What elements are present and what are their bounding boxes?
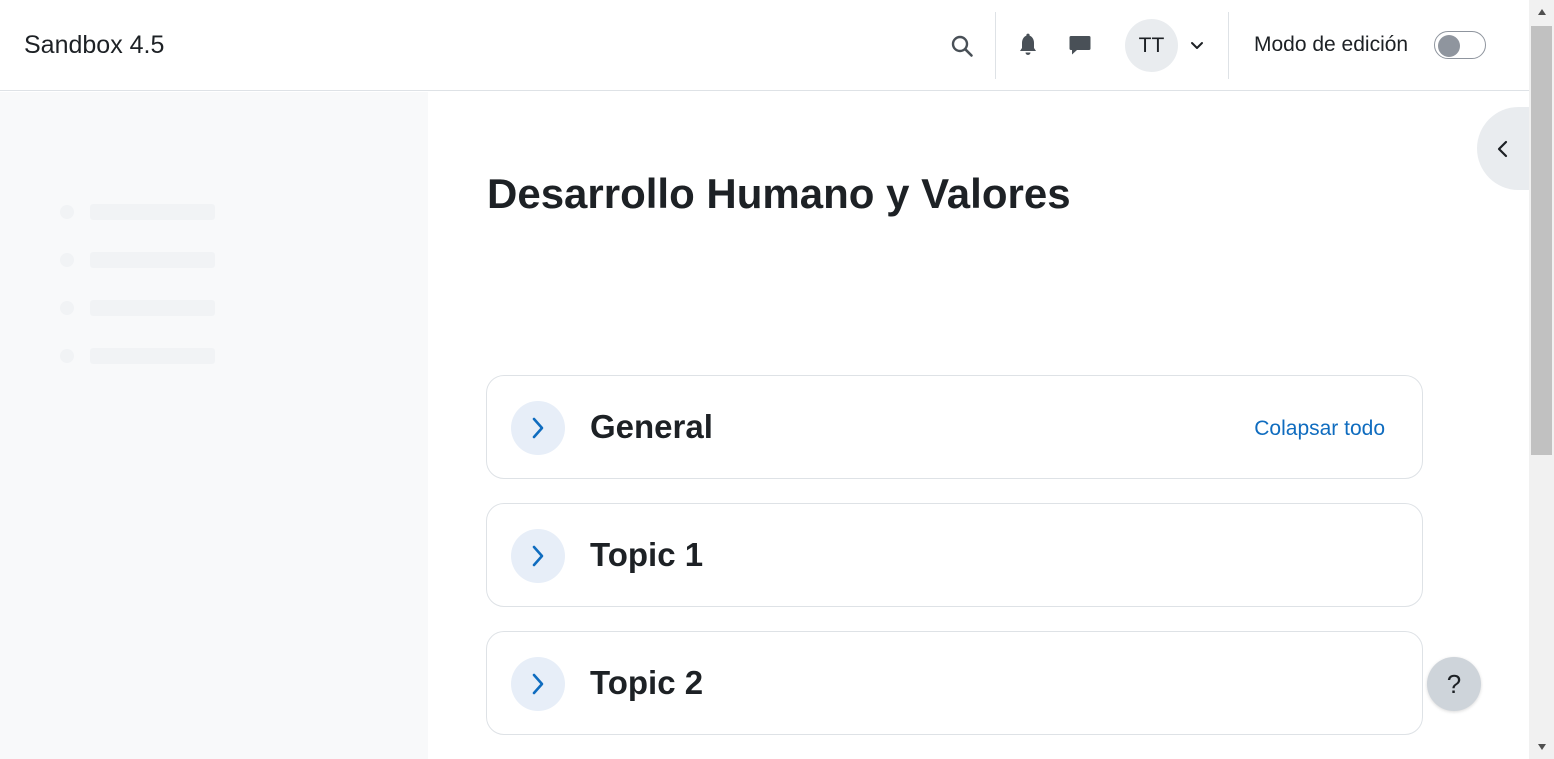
placeholder-line xyxy=(90,204,215,220)
top-navbar: Sandbox 4.5 TT Modo de edición xyxy=(0,0,1529,91)
toggle-knob xyxy=(1438,35,1460,57)
scroll-up-arrow[interactable] xyxy=(1529,0,1554,24)
edit-mode-toggle[interactable] xyxy=(1434,31,1486,59)
page-title: Desarrollo Humano y Valores xyxy=(487,170,1071,217)
chevron-left-icon xyxy=(1497,140,1508,157)
help-button[interactable]: ? xyxy=(1427,657,1481,711)
page-scrollbar[interactable] xyxy=(1529,0,1554,759)
scroll-down-arrow[interactable] xyxy=(1529,735,1554,759)
section-toggle-button[interactable] xyxy=(511,529,565,583)
triangle-down-icon xyxy=(1537,744,1546,750)
chevron-right-icon xyxy=(532,545,544,567)
course-section-topic-2: Topic 2 xyxy=(486,631,1423,735)
section-title[interactable]: General xyxy=(590,408,713,446)
notifications-button[interactable] xyxy=(1012,29,1044,61)
navbar-divider xyxy=(1228,12,1229,79)
scrollbar-thumb[interactable] xyxy=(1531,26,1552,455)
navbar-divider xyxy=(995,12,996,79)
chevron-right-icon xyxy=(532,673,544,695)
placeholder-dot xyxy=(60,301,74,315)
message-icon xyxy=(1069,36,1091,55)
search-icon xyxy=(951,35,973,57)
bell-icon xyxy=(1020,33,1036,55)
section-toggle-button[interactable] xyxy=(511,401,565,455)
placeholder-line xyxy=(90,300,215,316)
chevron-right-icon xyxy=(532,417,544,439)
messages-button[interactable] xyxy=(1064,29,1096,61)
placeholder-line xyxy=(90,252,215,268)
course-index-drawer xyxy=(0,92,428,759)
placeholder-dot xyxy=(60,349,74,363)
edit-mode-label: Modo de edición xyxy=(1254,33,1409,56)
placeholder-dot xyxy=(60,253,74,267)
chevron-down-icon xyxy=(1191,42,1203,49)
section-title[interactable]: Topic 2 xyxy=(590,664,703,702)
section-title[interactable]: Topic 1 xyxy=(590,536,703,574)
placeholder-line xyxy=(90,348,215,364)
triangle-up-icon xyxy=(1537,9,1546,15)
collapse-all-link[interactable]: Colapsar todo xyxy=(1254,417,1385,441)
section-toggle-button[interactable] xyxy=(511,657,565,711)
placeholder-dot xyxy=(60,205,74,219)
course-section-topic-1: Topic 1 xyxy=(486,503,1423,607)
site-brand[interactable]: Sandbox 4.5 xyxy=(24,31,164,60)
open-block-drawer-button[interactable] xyxy=(1477,107,1529,190)
user-avatar[interactable]: TT xyxy=(1125,19,1178,72)
search-button[interactable] xyxy=(945,29,979,63)
user-menu-toggle[interactable] xyxy=(1186,35,1208,57)
course-section-general: General Colapsar todo xyxy=(486,375,1423,479)
